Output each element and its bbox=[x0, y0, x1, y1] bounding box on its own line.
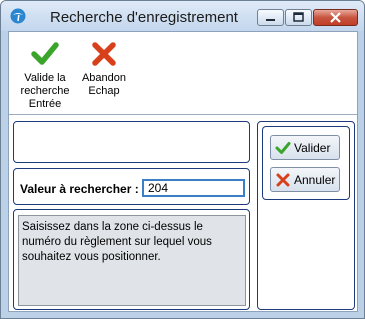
minimize-icon bbox=[266, 19, 275, 21]
info-message: Saisissez dans la zone ci-dessus le numé… bbox=[18, 215, 246, 306]
title-bar[interactable]: Recherche d'enregistrement bbox=[1, 1, 364, 31]
validate-button[interactable]: Valider bbox=[270, 135, 340, 160]
close-icon bbox=[330, 12, 341, 23]
checkmark-icon bbox=[31, 42, 59, 65]
cancel-button-label: Annuler bbox=[294, 173, 336, 187]
window-title: Recherche d'enregistrement bbox=[50, 9, 238, 26]
search-input[interactable] bbox=[142, 179, 245, 197]
maximize-button[interactable] bbox=[285, 9, 312, 26]
top-empty-panel bbox=[13, 121, 250, 163]
toolbar-separator bbox=[9, 114, 357, 115]
x-icon bbox=[276, 173, 290, 187]
checkmark-icon bbox=[275, 142, 291, 154]
toolbar-cancel-label-line-1: Abandon bbox=[81, 72, 127, 84]
maximize-icon bbox=[293, 12, 304, 22]
dialog-client-area: Valide la recherche Entrée Abandon Echap… bbox=[8, 31, 358, 312]
toolbar-cancel-button[interactable]: Abandon Echap bbox=[69, 40, 139, 98]
palm-tree-icon bbox=[10, 8, 26, 24]
search-field-label: Valeur à rechercher : bbox=[20, 182, 139, 196]
toolbar-cancel-label-line-2: Echap bbox=[88, 85, 120, 97]
minimize-button[interactable] bbox=[257, 9, 284, 26]
cancel-button[interactable]: Annuler bbox=[270, 167, 340, 192]
close-button[interactable] bbox=[313, 9, 358, 26]
toolbar-validate-label-line-3: Entrée bbox=[28, 98, 62, 110]
x-icon bbox=[92, 42, 116, 66]
dialog-window: Recherche d'enregistrement Valide la rec… bbox=[0, 0, 365, 319]
validate-button-label: Valider bbox=[294, 141, 331, 155]
